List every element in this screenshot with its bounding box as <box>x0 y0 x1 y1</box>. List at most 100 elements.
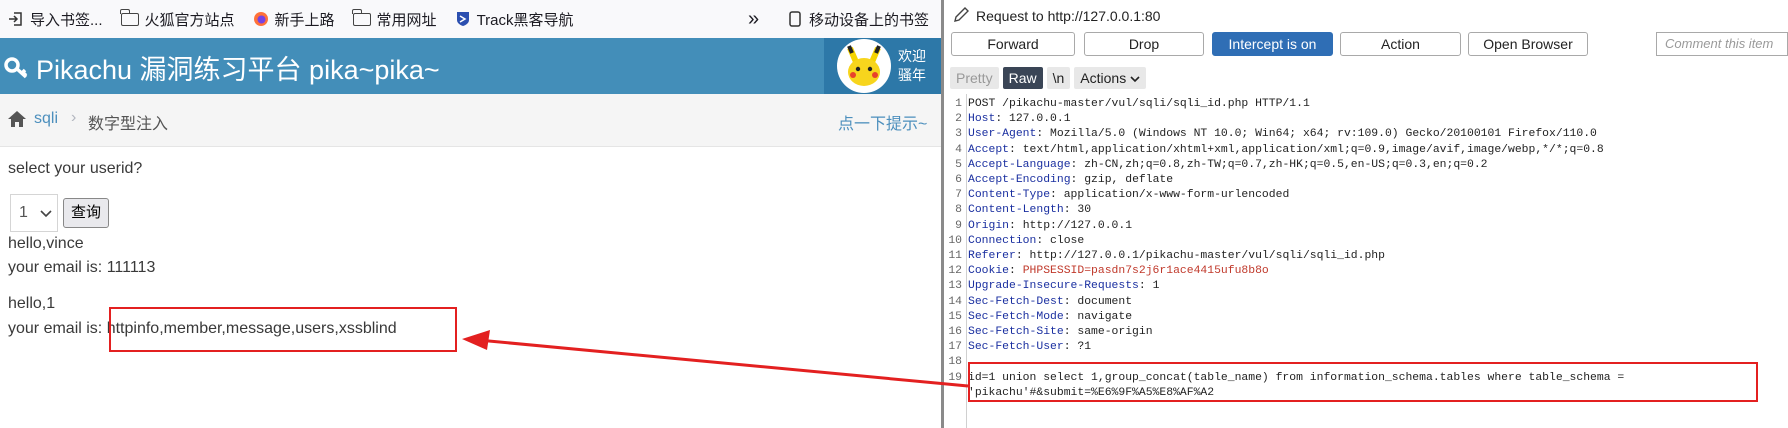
line-number: 10 <box>948 234 962 247</box>
line-number: 16 <box>948 326 962 338</box>
pikachu-avatar <box>837 39 891 93</box>
header-name: Accept-Encoding <box>968 174 1071 186</box>
drop-button[interactable]: Drop <box>1084 32 1204 56</box>
request-line: Accept-Encoding: gzip, deflate <box>968 174 1173 186</box>
userid-select[interactable]: 1 <box>10 194 58 232</box>
hint-link[interactable]: 点一下提示~ <box>838 110 927 134</box>
line-number: 18 <box>948 356 962 369</box>
bookmark-track[interactable]: Track黑客导航 <box>455 9 574 30</box>
request-editor[interactable]: 1 2 3 4 5 6 7 8 9 10 11 12 13 14 15 16 17 18 19 POST /pika… <box>944 94 1788 428</box>
header-separator: : <box>1050 189 1064 202</box>
header-name: Sec-Fetch-Site <box>968 326 1064 338</box>
bookmark-getting-started[interactable]: 新手上路 <box>253 9 335 30</box>
request-line: Origin: http://127.0.0.1 <box>968 220 1132 232</box>
request-line: Accept: text/html,application/xhtml+xml,… <box>968 144 1604 156</box>
header-separator: : <box>1015 250 1030 262</box>
comment-field[interactable]: Comment this item <box>1656 32 1788 56</box>
header-name: Content-Type <box>968 189 1051 202</box>
folder-icon <box>351 8 371 26</box>
line-gutter: 1 2 3 4 5 6 7 8 9 10 11 12 13 14 15 16 17 18 19 <box>944 94 967 428</box>
site-title: Pikachu 漏洞练习平台 pika~pika~ <box>36 55 440 85</box>
result-hello: hello,vince <box>8 235 84 252</box>
line-number: 15 <box>948 310 962 323</box>
bookmarks-toolbar: 导入书签... 火狐官方站点 新手上路 常用网址 Track黑客导航 » 移动设… <box>0 0 941 39</box>
actions-dropdown[interactable]: Actions <box>1074 67 1147 89</box>
header-name: Sec-Fetch-Mode <box>968 310 1064 323</box>
header-name: Accept-Language <box>968 158 1071 171</box>
bookmark-firefox-official[interactable]: 火狐官方站点 <box>119 8 235 30</box>
line-number: 1 <box>955 98 962 110</box>
tab-pretty[interactable]: Pretty <box>950 67 999 89</box>
highlight-box-payload <box>968 362 1758 402</box>
bookmark-common-sites[interactable]: 常用网址 <box>351 8 437 30</box>
request-line: User-Agent: Mozilla/5.0 (Windows NT 10.0… <box>968 128 1597 140</box>
actions-label: Actions <box>1080 70 1127 86</box>
request-line: Sec-Fetch-Site: same-origin <box>968 326 1153 338</box>
tab-newline[interactable]: \n <box>1046 67 1071 89</box>
bookmark-label: 导入书签... <box>30 11 103 29</box>
request-line: POST /pikachu-master/vul/sqli/sqli_id.ph… <box>968 98 1310 110</box>
bookmark-mobile[interactable]: 移动设备上的书签 <box>787 9 929 30</box>
line-value: 30 <box>1077 204 1092 217</box>
line-number: 14 <box>948 295 962 308</box>
result-email: your email is: 111113 <box>8 259 155 277</box>
email-label: your email is: <box>8 320 107 337</box>
request-title: Request to http://127.0.0.1:80 <box>976 8 1161 24</box>
query-button[interactable]: 查询 <box>63 198 109 228</box>
line-number: 5 <box>955 158 962 171</box>
email-value: 111113 <box>106 259 156 276</box>
line-value: application/x-www-form-urlencoded <box>1063 189 1290 202</box>
header-separator: : <box>1070 174 1085 186</box>
breadcrumb-link-sqli[interactable]: sqli <box>34 110 58 128</box>
header-separator: : <box>1009 265 1023 278</box>
request-line: Connection: close <box>968 235 1084 247</box>
bookmark-import[interactable]: 导入书签... <box>8 9 103 30</box>
header-name: User-Agent <box>968 128 1037 141</box>
line-number: 4 <box>955 143 962 156</box>
line-number: 12 <box>948 265 962 278</box>
folder-icon <box>119 8 139 26</box>
welcome-text: 欢迎 骚年 <box>898 47 926 85</box>
line-number: 6 <box>955 174 962 186</box>
tab-raw[interactable]: Raw <box>1002 67 1043 89</box>
pencil-icon <box>954 7 969 22</box>
line-number: 19 <box>948 371 962 384</box>
site-logo[interactable]: Pikachu 漏洞练习平台 pika~pika~ <box>0 48 440 87</box>
header-separator: : <box>1138 280 1153 293</box>
action-button[interactable]: Action <box>1340 32 1461 56</box>
request-line: Upgrade-Insecure-Requests: 1 <box>968 280 1159 292</box>
header-name: Content-Length <box>968 204 1064 217</box>
request-line: Referer: http://127.0.0.1/pikachu-master… <box>968 250 1385 262</box>
line-number: 11 <box>948 250 962 262</box>
line-value: ?1 <box>1077 341 1092 354</box>
header-name: Sec-Fetch-Dest <box>968 295 1064 308</box>
line-value: POST /pikachu-master/vul/sqli/sqli_id.ph… <box>968 98 1310 110</box>
header-separator: : <box>1070 158 1085 171</box>
header-name: Origin <box>968 219 1010 232</box>
bookmarks-overflow-button[interactable]: » <box>748 8 759 31</box>
line-number: 9 <box>955 219 962 232</box>
breadcrumb-separator-icon: › <box>71 109 77 126</box>
firefox-icon <box>253 12 268 26</box>
select-value: 1 <box>19 204 28 221</box>
intercept-toggle-button[interactable]: Intercept is on <box>1212 32 1333 56</box>
request-line: Accept-Language: zh-CN,zh;q=0.8,zh-TW;q=… <box>968 159 1488 171</box>
open-browser-button[interactable]: Open Browser <box>1468 32 1588 56</box>
header-name: Sec-Fetch-User <box>968 341 1064 354</box>
request-line: Sec-Fetch-User: ?1 <box>968 341 1091 353</box>
header-separator: : <box>1009 143 1023 156</box>
import-bookmarks-icon <box>9 12 22 26</box>
header-separator: : <box>1063 204 1078 217</box>
view-tabs: Pretty Raw \n Actions <box>944 66 1150 90</box>
request-line: Content-Length: 30 <box>968 204 1091 216</box>
breadcrumb-current: 数字型注入 <box>88 116 169 133</box>
header-name: Referer <box>968 250 1016 262</box>
line-value: gzip, deflate <box>1084 174 1174 186</box>
home-icon[interactable] <box>7 110 27 128</box>
line-value: Mozilla/5.0 (Windows NT 10.0; Win64; x64… <box>1050 128 1597 141</box>
forward-button[interactable]: Forward <box>951 32 1075 56</box>
line-value: PHPSESSID=pasdn7s2j6r1ace4415ufu8b8o <box>1022 265 1269 278</box>
browser-pane: 导入书签... 火狐官方站点 新手上路 常用网址 Track黑客导航 » 移动设… <box>0 0 941 428</box>
bookmark-label: 火狐官方站点 <box>144 11 235 29</box>
line-value: close <box>1050 234 1085 247</box>
